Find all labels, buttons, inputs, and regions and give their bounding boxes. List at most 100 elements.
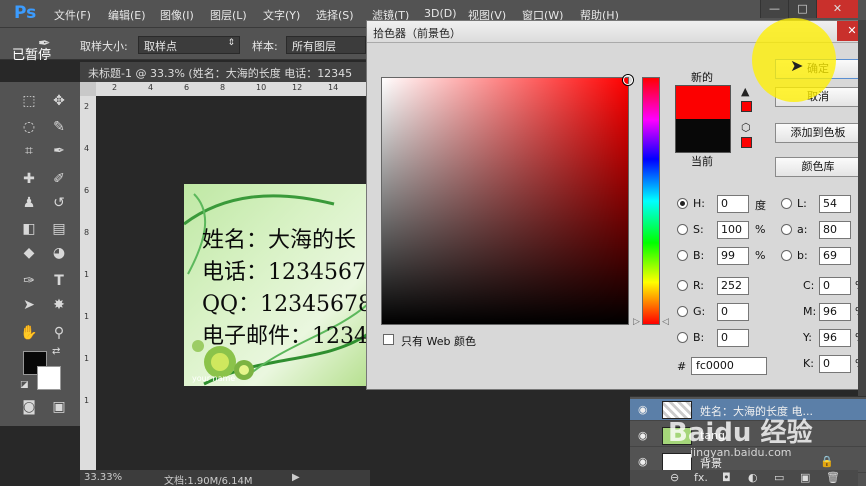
field-g[interactable]: 0 [717,303,749,321]
menu-file[interactable]: 文件(F) [54,7,91,23]
card-qq-line: QQ：123456789 [202,292,368,317]
field-h[interactable]: 0 [717,195,749,213]
document-tab[interactable]: 未标题-1 @ 33.3% (姓名：大海的长度 电话：12345 [80,62,370,82]
shape-tool-icon[interactable]: ✸ [48,294,70,316]
gradient-tool-icon[interactable]: ▤ [48,218,70,240]
gamut-correction-swatch[interactable] [741,101,752,112]
field-r[interactable]: 252 [717,277,749,295]
radio-h[interactable] [677,198,688,209]
quick-mask-icon[interactable]: ◙ [18,396,40,418]
radio-lab-b[interactable] [781,250,792,261]
maximize-button[interactable]: □ [788,0,816,18]
history-brush-tool-icon[interactable]: ↺ [48,192,70,214]
menu-3d[interactable]: 3D(D) [424,7,457,20]
add-mask-icon[interactable]: ◘ [722,471,731,484]
clone-stamp-tool-icon[interactable]: ♟ [18,192,40,214]
hue-slider-right-arrow-icon[interactable]: ◁ [662,317,669,327]
field-a[interactable]: 80 [819,221,851,239]
adjustment-layer-icon[interactable]: ◐ [748,471,758,484]
marquee-tool-icon[interactable]: ⬚ [18,90,40,112]
quick-select-tool-icon[interactable]: ✎ [48,116,70,138]
minimize-button[interactable]: — [760,0,788,18]
link-layers-icon[interactable]: ⊖ [670,471,679,484]
field-s[interactable]: 100 [717,221,749,239]
ruler-tick: 14 [328,83,339,92]
ruler-tick: 2 [112,83,118,92]
color-marker[interactable] [623,75,633,85]
saturation-brightness-field[interactable] [381,77,629,325]
new-group-icon[interactable]: ▭ [774,471,784,484]
field-y[interactable]: 96 [819,329,851,347]
sample-size-select[interactable]: 取样点 ⇕ [138,36,240,54]
zoom-tool-icon[interactable]: ⚲ [48,322,70,344]
close-app-button[interactable]: ✕ [816,0,858,18]
hand-tool-icon[interactable]: ✋ [18,322,40,344]
dodge-tool-icon[interactable]: ◕ [48,242,70,264]
visibility-eye-icon[interactable]: ◉ [638,455,648,468]
radio-s[interactable] [677,224,688,235]
label-c: C: [803,279,815,292]
document-size: 文档:1.90M/6.14M [164,476,253,486]
field-blue[interactable]: 0 [717,329,749,347]
add-to-swatches-button[interactable]: 添加到色板 [775,123,861,143]
radio-g[interactable] [677,306,688,317]
swap-colors-icon[interactable]: ⇄ [52,346,60,357]
hue-slider[interactable] [642,77,660,325]
field-c[interactable]: 0 [819,277,851,295]
eraser-tool-icon[interactable]: ◧ [18,218,40,240]
menu-edit[interactable]: 编辑(E) [108,7,146,23]
lasso-tool-icon[interactable]: ◌ [18,116,40,138]
current-color-swatch[interactable] [675,119,731,153]
healing-brush-tool-icon[interactable]: ✚ [18,168,40,190]
web-safe-cube-icon[interactable]: ⬡ [741,121,751,134]
radio-l[interactable] [781,198,792,209]
sample-size-label: 取样大小: [80,40,128,53]
menu-layer[interactable]: 图层(L) [210,7,247,23]
menu-select[interactable]: 选择(S) [316,7,354,23]
radio-blue[interactable] [677,332,688,343]
eyedropper-tool-icon[interactable]: ✒ [48,140,70,162]
color-libraries-button[interactable]: 颜色库 [775,157,861,177]
blur-tool-icon[interactable]: ◆ [18,242,40,264]
type-tool-icon[interactable]: T [48,270,70,292]
ruler-left[interactable]: 2 4 6 8 1 1 1 1 [80,96,96,470]
visibility-eye-icon[interactable]: ◉ [638,403,648,416]
field-l[interactable]: 54 [819,195,851,213]
radio-b[interactable] [677,250,688,261]
ruler-origin[interactable] [80,82,96,96]
status-arrow-icon[interactable]: ▶ [292,472,300,483]
web-safe-swatch[interactable] [741,137,752,148]
pen-tool-icon[interactable]: ✑ [18,270,40,292]
background-color-swatch[interactable] [37,366,61,390]
radio-r[interactable] [677,280,688,291]
field-lab-b[interactable]: 69 [819,247,851,265]
baidu-watermark: Baidu 经验 [668,418,813,448]
brush-tool-icon[interactable]: ✐ [48,168,70,190]
hex-input[interactable]: fc0000 [691,357,767,375]
radio-a[interactable] [781,224,792,235]
crop-tool-icon[interactable]: ⌗ [18,140,40,162]
field-k[interactable]: 0 [819,355,851,373]
ruler-tick: 12 [292,83,303,92]
screen-mode-icon[interactable]: ▣ [48,396,70,418]
web-colors-only-checkbox[interactable] [383,334,394,345]
ruler-top[interactable]: 2 4 6 8 10 12 14 [96,82,370,96]
label-s: S: [693,223,704,236]
zoom-level[interactable]: 33.33% [84,472,122,483]
move-tool-icon[interactable]: ✥ [48,90,70,112]
field-m[interactable]: 96 [819,303,851,321]
new-layer-icon[interactable]: ▣ [800,471,810,484]
default-colors-icon[interactable]: ◪ [20,380,29,390]
hue-slider-left-arrow-icon[interactable]: ▷ [633,317,640,327]
unit-s: % [755,223,766,236]
menu-type[interactable]: 文字(Y) [263,7,300,23]
out-of-gamut-warning-icon[interactable]: ▲ [741,85,749,98]
field-b[interactable]: 99 [717,247,749,265]
path-select-tool-icon[interactable]: ➤ [18,294,40,316]
menu-image[interactable]: 图像(I) [160,7,194,23]
layer-style-icon[interactable]: fx. [694,471,708,484]
sample-select[interactable]: 所有图层 [286,36,366,54]
business-card-canvas[interactable]: 姓名：大海的长 电话：12345678 QQ：123456789 电子邮件：12… [184,184,368,386]
visibility-eye-icon[interactable]: ◉ [638,429,648,442]
delete-layer-icon[interactable]: 🗑 [826,471,840,484]
